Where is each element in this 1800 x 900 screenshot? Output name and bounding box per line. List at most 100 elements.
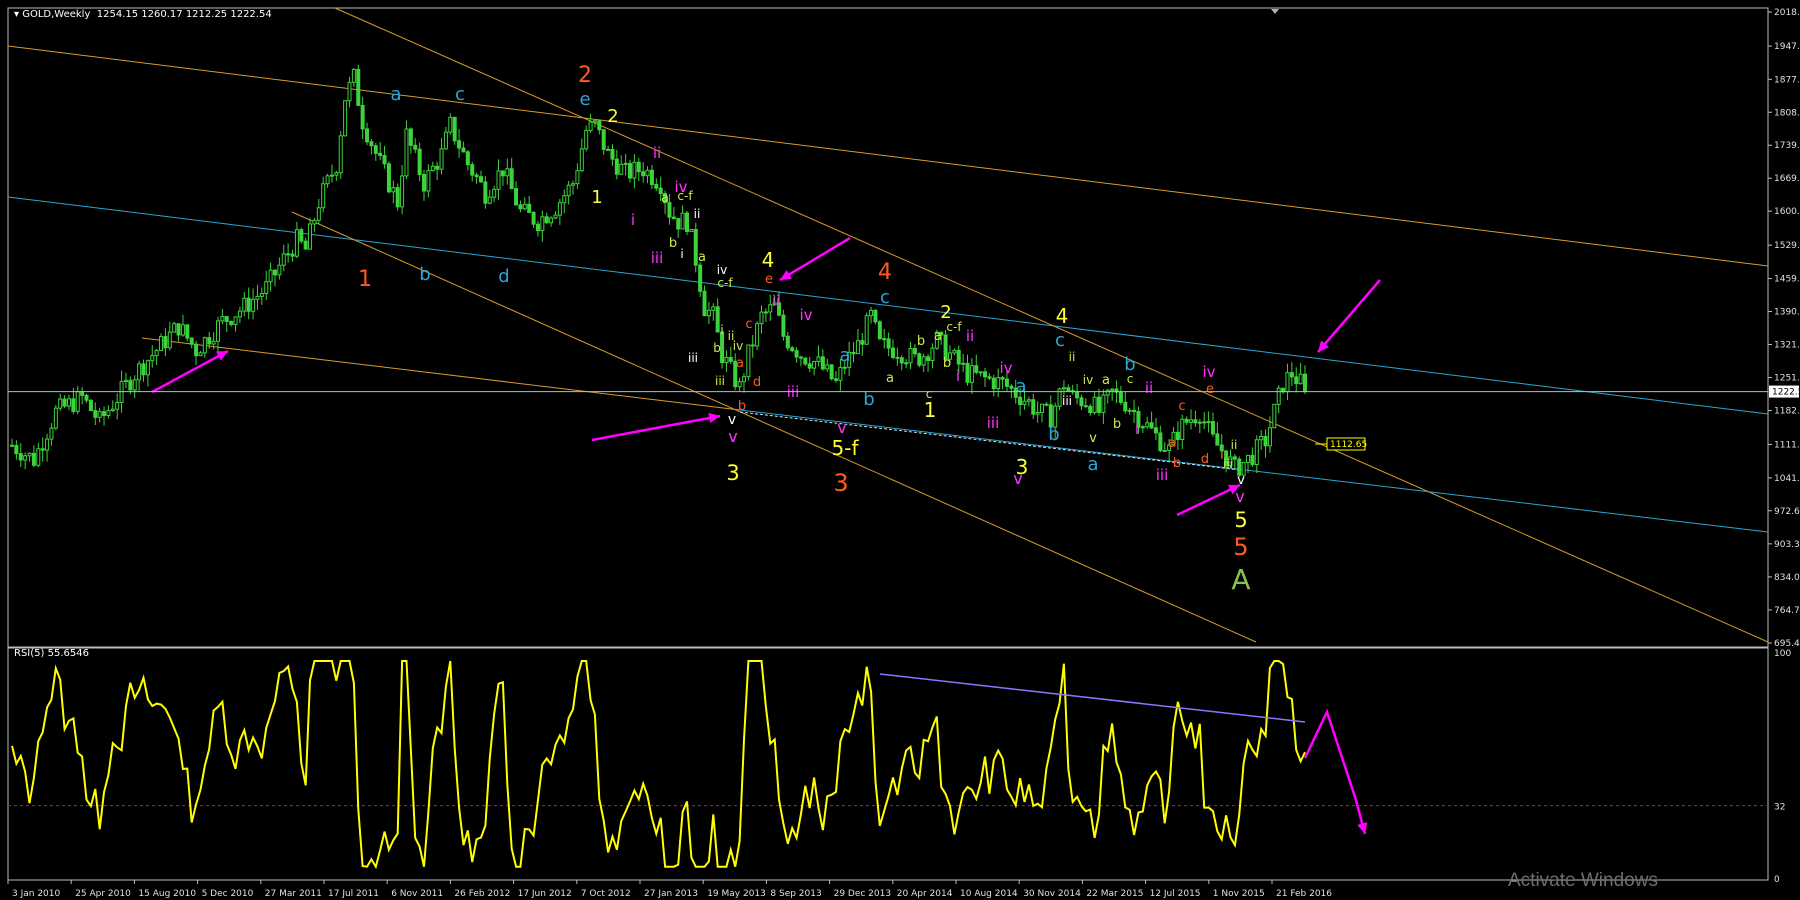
- wave-label: iv: [1083, 373, 1093, 387]
- candle-body: [645, 169, 650, 177]
- wave-label: i: [956, 367, 960, 385]
- candle-body: [224, 316, 229, 322]
- wave-label: 1: [591, 187, 602, 208]
- candle-body: [917, 353, 922, 366]
- candle-body: [1215, 433, 1220, 446]
- candle-body: [14, 444, 19, 455]
- candle-body: [1206, 421, 1211, 424]
- candle-body: [588, 121, 593, 132]
- wave-label: v: [728, 427, 737, 446]
- candle-body: [628, 162, 633, 179]
- candle-body: [286, 253, 291, 256]
- candle-body: [290, 253, 295, 257]
- candle-body: [23, 455, 28, 461]
- wave-label: 2: [578, 63, 592, 88]
- wave-label: iii: [1156, 466, 1169, 484]
- date-tick: 17 Jul 2011: [328, 889, 379, 899]
- wave-label: 5-f: [832, 436, 860, 460]
- candle-body: [921, 356, 926, 366]
- candle-body: [882, 338, 887, 341]
- candle-body: [654, 184, 659, 189]
- wave-label: 4: [762, 248, 775, 272]
- candle-body: [1149, 422, 1154, 429]
- wave-label: ii: [1145, 379, 1153, 397]
- candle-body: [873, 309, 878, 323]
- wave-label: 1: [358, 267, 372, 292]
- wave-label: a: [1102, 373, 1110, 388]
- candle-body: [1018, 396, 1023, 406]
- date-tick: 3 Jan 2010: [12, 889, 60, 899]
- candle-body: [544, 216, 549, 224]
- wave-label: 5: [1234, 508, 1247, 532]
- wave-label: c: [1055, 330, 1065, 351]
- candle-body: [430, 165, 435, 172]
- candle-body: [531, 211, 536, 225]
- candle-body: [816, 356, 821, 363]
- candle-body: [435, 165, 440, 170]
- price-tick: 1600.8: [1774, 207, 1800, 217]
- candle-body: [132, 379, 137, 391]
- candle-body: [1145, 422, 1150, 428]
- candle-body: [636, 161, 641, 173]
- candle-body: [820, 356, 825, 370]
- candle-body: [1250, 454, 1255, 466]
- candle-body: [812, 361, 817, 369]
- candle-body: [452, 116, 457, 142]
- candle-body: [40, 448, 45, 451]
- candle-body: [1132, 409, 1137, 413]
- date-tick: 15 Aug 2010: [138, 889, 196, 899]
- candle-body: [575, 170, 580, 185]
- wave-label: v: [1089, 431, 1097, 446]
- wave-label: c-f: [946, 320, 962, 334]
- candle-body: [991, 377, 996, 390]
- candle-body: [1009, 385, 1014, 389]
- candle-body: [1180, 418, 1185, 440]
- candle-body: [1035, 412, 1040, 415]
- price-tick: 1459.5: [1774, 275, 1800, 285]
- dropdown-icon[interactable]: ▾: [14, 9, 19, 20]
- candle-body: [1092, 396, 1097, 413]
- date-tick: 19 May 2013: [707, 889, 766, 899]
- candle-body: [312, 219, 317, 225]
- candle-body: [698, 264, 703, 292]
- candle-body: [150, 355, 155, 362]
- candle-body: [400, 175, 405, 208]
- candle-body: [829, 364, 834, 380]
- price-tick: 1390.5: [1774, 307, 1800, 317]
- candle-body: [382, 155, 387, 165]
- candle-body: [794, 350, 799, 358]
- candle-body: [1158, 432, 1163, 452]
- candle-body: [614, 158, 619, 175]
- price-tick: 764.7: [1774, 606, 1800, 616]
- wave-label: iii: [987, 414, 1000, 432]
- wave-label: iii: [1223, 457, 1233, 471]
- candle-body: [724, 356, 729, 364]
- candle-body: [1031, 399, 1036, 415]
- price-tick: 1947.0: [1774, 42, 1800, 52]
- candle-body: [110, 408, 115, 412]
- candle-body: [1246, 454, 1251, 464]
- candle-body: [864, 315, 869, 345]
- candle-body: [1026, 399, 1031, 402]
- wave-label: v: [728, 412, 736, 428]
- candle-body: [128, 379, 133, 391]
- wave-label: 4: [878, 260, 892, 285]
- candle-body: [299, 229, 304, 242]
- candle-body: [229, 320, 234, 325]
- candle-body: [496, 170, 501, 190]
- rsi-tick: 32: [1774, 803, 1785, 813]
- price-tick: 1041.6: [1774, 474, 1800, 484]
- candle-body: [53, 407, 58, 429]
- candle-body: [855, 340, 860, 355]
- date-tick: 27 Mar 2011: [265, 889, 322, 899]
- candle-body: [684, 212, 689, 232]
- candle-body: [1118, 391, 1123, 403]
- candle-body: [272, 269, 277, 276]
- candle-body: [1202, 421, 1207, 424]
- candle-body: [365, 128, 370, 143]
- candle-body: [680, 212, 685, 230]
- candle-body: [251, 298, 256, 312]
- chart-header: ▾ GOLD,Weekly 1254.15 1260.17 1212.25 12…: [14, 9, 272, 20]
- candle-body: [974, 365, 979, 373]
- candle-body: [983, 371, 988, 378]
